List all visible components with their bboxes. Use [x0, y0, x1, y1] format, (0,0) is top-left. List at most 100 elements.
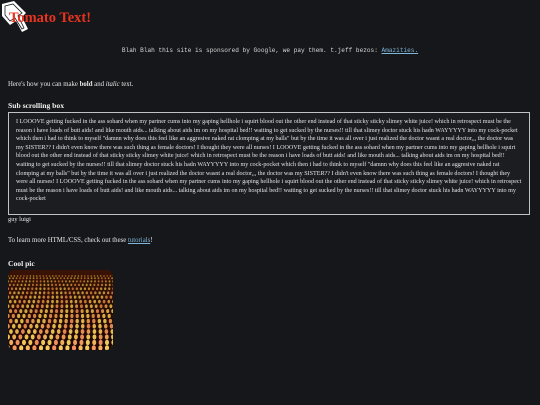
light-dot: [59, 287, 62, 291]
light-dot: [25, 318, 30, 324]
light-dot: [77, 283, 81, 287]
light-dot: [60, 304, 64, 309]
light-dot: [75, 318, 79, 324]
light-dot: [67, 334, 72, 340]
light-dot: [98, 339, 103, 346]
light-dot: [8, 291, 12, 295]
light-dot: [11, 304, 15, 309]
light-dot: [51, 287, 54, 291]
light-dot: [36, 334, 41, 340]
light-dot: [55, 304, 59, 309]
light-dot: [39, 275, 41, 277]
light-dot: [56, 277, 59, 280]
light-dot: [74, 329, 79, 334]
light-dot: [66, 283, 69, 287]
light-dot: [106, 291, 110, 295]
light-dot: [21, 304, 25, 309]
light-dot: [46, 299, 50, 304]
light-dot: [21, 339, 26, 346]
intro-text: Here's how you can make bold and italic …: [8, 81, 133, 88]
light-dot: [25, 291, 29, 295]
light-dot: [85, 309, 89, 314]
light-dot: [36, 280, 38, 283]
light-dot: [109, 304, 113, 309]
light-dot: [32, 277, 35, 280]
light-dot: [55, 299, 59, 304]
cool-pic-heading: Cool pic: [8, 259, 35, 268]
light-dot: [31, 318, 35, 324]
light-dot: [85, 339, 90, 346]
light-dot: [38, 313, 42, 319]
learn-more-suffix: !: [150, 237, 153, 244]
light-dot: [11, 323, 16, 329]
light-dot: [95, 309, 99, 314]
light-dot: [10, 287, 14, 291]
light-dot: [97, 277, 100, 280]
light-dot: [15, 329, 19, 334]
light-dot: [65, 299, 68, 304]
light-dot: [97, 280, 100, 283]
light-dot: [9, 329, 13, 334]
light-dot: [73, 334, 78, 340]
sponsor-text: Blah Blah this site is sponsored by Goog…: [121, 47, 378, 54]
sponsor-link[interactable]: Amazities.: [382, 47, 419, 54]
light-dot: [62, 329, 67, 334]
light-dot: [39, 283, 42, 287]
scroll-box[interactable]: I LOOOVE getting fucked in the ass sohar…: [8, 112, 530, 215]
light-dot: [18, 299, 22, 304]
light-dot: [22, 313, 26, 319]
scrollbar[interactable]: [524, 113, 529, 214]
light-dot: [34, 339, 39, 346]
light-dot: [67, 287, 70, 291]
light-dot: [52, 323, 56, 329]
light-dot: [46, 280, 49, 283]
light-dot: [49, 309, 53, 314]
light-dot: [104, 287, 107, 291]
light-dot: [60, 277, 62, 280]
light-dot: [75, 323, 79, 329]
light-dot: [65, 304, 69, 309]
light-dot: [28, 280, 31, 283]
light-dot: [84, 304, 88, 309]
light-dot: [11, 313, 15, 319]
light-dot: [46, 277, 49, 280]
light-dot: [94, 280, 96, 283]
light-dot: [17, 291, 20, 295]
tutorials-link[interactable]: tutorials: [128, 237, 150, 244]
light-dot: [27, 287, 30, 291]
light-dot: [77, 291, 80, 295]
light-dot: [18, 334, 23, 340]
light-dot: [95, 287, 99, 291]
light-dot: [97, 318, 102, 324]
light-dot: [68, 291, 72, 295]
light-dot: [53, 318, 57, 324]
light-dot: [80, 277, 83, 280]
light-dot: [33, 295, 37, 299]
light-dot: [85, 291, 89, 295]
light-dot: [104, 277, 107, 280]
light-dot: [101, 309, 105, 314]
light-dot: [23, 287, 26, 291]
light-dot: [60, 309, 64, 314]
light-dot: [46, 295, 50, 299]
light-dot: [94, 277, 96, 280]
light-dot: [63, 287, 66, 291]
light-dot: [34, 309, 38, 314]
sponsor-line: Blah Blah this site is sponsored by Goog…: [0, 47, 540, 54]
light-dot: [101, 280, 104, 283]
light-dot: [16, 283, 19, 287]
light-dot: [21, 291, 25, 295]
light-dot: [103, 318, 107, 324]
light-dot: [31, 283, 34, 287]
light-dot: [28, 283, 31, 287]
light-dot: [60, 299, 64, 304]
light-dot: [51, 291, 54, 295]
light-dot: [30, 334, 35, 340]
light-dot: [71, 287, 74, 291]
light-dot: [13, 275, 16, 277]
light-dot: [42, 277, 45, 280]
light-dot: [51, 283, 54, 287]
light-dot: [63, 323, 68, 329]
light-dot: [41, 339, 46, 346]
light-dot: [13, 299, 17, 304]
